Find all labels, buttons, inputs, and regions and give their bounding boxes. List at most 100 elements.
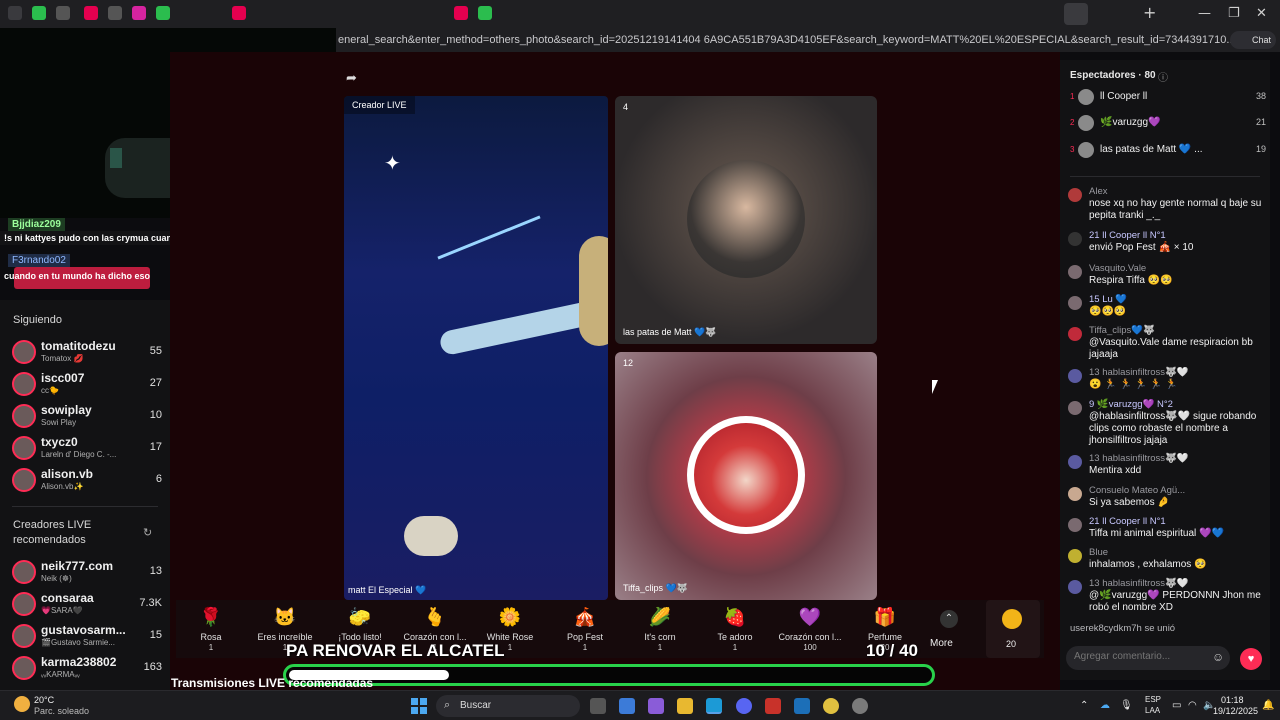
chat-username: Vasquito.Vale <box>1089 263 1147 274</box>
host-video[interactable]: Creador LIVE ✦ matt El Especial 💙 <box>344 96 608 600</box>
store-icon[interactable] <box>619 698 635 714</box>
browser-tab-bar: + — ❐ ✕ <box>0 0 1280 28</box>
webcam-object <box>110 148 122 168</box>
app-icon[interactable] <box>765 698 781 714</box>
refresh-icon[interactable]: ↻ <box>143 526 152 539</box>
recommended-item[interactable]: consaraa 💗SARA🖤 7.3K <box>12 590 162 620</box>
copilot-icon[interactable] <box>648 698 664 714</box>
overlay-username: F3rnando02 <box>8 254 70 267</box>
chat-text: 🥺🥺🥺 <box>1089 306 1127 317</box>
app-icon[interactable] <box>823 698 839 714</box>
gift-name: Pop Fest <box>566 632 604 642</box>
following-item[interactable]: sowiplay Sowi Play 10 <box>12 402 162 432</box>
close-icon[interactable]: ✕ <box>1256 6 1267 21</box>
gift-icon: 🎪 <box>573 607 597 627</box>
display-icon[interactable]: ▭ <box>1172 700 1181 711</box>
gift-item[interactable]: 🌽 It's corn 1 <box>627 606 693 652</box>
recommended-name: gustavosarm... <box>41 623 126 637</box>
tab-favicon[interactable] <box>478 6 492 20</box>
info-icon[interactable]: ⓘ <box>1158 69 1168 84</box>
discord-icon[interactable] <box>736 698 752 714</box>
following-item[interactable]: iscc007 cc🐤 27 <box>12 370 162 400</box>
settings-icon[interactable] <box>852 698 868 714</box>
edge-browser-icon[interactable] <box>706 698 722 714</box>
like-heart-icon[interactable]: ♥ <box>1240 648 1262 670</box>
windows-start-icon[interactable] <box>411 698 427 714</box>
guest-tile[interactable]: 12 Tiffa_clips 💙🐺 <box>615 352 877 600</box>
microphone-icon[interactable]: 🎙 <box>1120 700 1133 711</box>
following-item[interactable]: txycz0 Lareln d' Diego C. -... 17 <box>12 434 162 464</box>
tab-favicon[interactable] <box>156 6 170 20</box>
following-name: iscc007 <box>41 371 85 385</box>
gift-item[interactable]: 🌹 Rosa 1 <box>178 606 244 652</box>
chevron-up-icon[interactable]: ⌃ <box>1080 700 1088 711</box>
recommended-lives-heading: Transmisiones LIVE recomendadas <box>171 676 374 690</box>
emoji-icon[interactable]: ☺ <box>1212 650 1224 664</box>
tab-favicon[interactable] <box>454 6 468 20</box>
weather-temp: 20°C <box>34 695 55 705</box>
astronaut-graphic <box>404 516 458 556</box>
new-tab-icon[interactable]: + <box>1143 3 1156 22</box>
gift-icon: 🐱 <box>273 607 297 627</box>
notification-bell-icon[interactable]: 🔔 <box>1262 700 1274 711</box>
language-code[interactable]: ESP <box>1145 695 1161 704</box>
ranking-row[interactable]: 1 ll Cooper ll 38 <box>1070 87 1266 109</box>
rank-number: 2 <box>1070 118 1075 127</box>
recommended-item[interactable]: gustavosarm... 🎬Gustavo Sarmie... 15 <box>12 622 162 652</box>
following-item[interactable]: alison.vb Alison.vb✨ 6 <box>12 466 162 496</box>
gift-item[interactable]: 🎪 Pop Fest 1 <box>552 606 618 652</box>
wifi-icon[interactable]: ◠ <box>1188 700 1197 711</box>
avatar <box>1068 401 1082 415</box>
task-view-icon[interactable] <box>590 698 606 714</box>
viewer-count: 12 <box>623 358 634 368</box>
file-explorer-icon[interactable] <box>677 698 693 714</box>
chat-username: 13 hablasinfiltross🐺🤍 <box>1089 367 1189 378</box>
recommended-item[interactable]: karma238802 ᵥᵥKARMAᵥᵥ 163 <box>12 654 162 684</box>
comment-field[interactable] <box>1074 651 1204 662</box>
minimize-icon[interactable]: — <box>1198 6 1211 21</box>
coin-balance-button[interactable]: 20 <box>986 600 1040 658</box>
more-gifts-button[interactable]: More <box>930 638 953 649</box>
gift-price: 100 <box>803 643 817 652</box>
avatar <box>12 560 36 584</box>
address-bar[interactable]: eneral_search&enter_method=others_photo&… <box>336 28 1280 52</box>
recommended-item[interactable]: neik777.com Neik (☸) 13 <box>12 558 162 588</box>
chat-text: Tiffa mi animal espiritual 💜💙 <box>1089 528 1224 539</box>
share-icon[interactable]: ➦ <box>346 70 357 86</box>
chat-button[interactable]: Chat <box>1230 31 1276 49</box>
ranking-row[interactable]: 2 🌿varuzgg💜 21 <box>1070 113 1266 135</box>
avatar <box>1078 115 1094 131</box>
tab-favicon[interactable] <box>56 6 70 20</box>
chat-username: Tiffa_clips💙🐺 <box>1089 325 1155 336</box>
tab-favicon[interactable] <box>84 6 98 20</box>
gift-item[interactable]: 💜 Corazón con l... 100 <box>777 606 843 652</box>
tab-active[interactable] <box>1064 3 1088 25</box>
guest-avatar <box>687 416 805 534</box>
comment-input[interactable]: ☺ <box>1066 646 1230 670</box>
goal-banner-text: PA RENOVAR EL ALCATEL <box>286 641 505 660</box>
following-sub: Sowi Play <box>41 418 77 427</box>
tab-favicon[interactable] <box>32 6 46 20</box>
guest-tile[interactable]: 4 las patas de Matt 💙🐺 <box>615 96 877 344</box>
chevron-up-icon[interactable]: ⌃ <box>940 610 958 628</box>
tab-favicon[interactable] <box>108 6 122 20</box>
maximize-icon[interactable]: ❐ <box>1228 6 1240 21</box>
onedrive-icon[interactable]: ☁ <box>1100 700 1110 711</box>
gift-item[interactable]: 🍓 Te adoro 1 <box>702 606 768 652</box>
guest-avatar <box>687 160 805 278</box>
app-icon[interactable] <box>794 698 810 714</box>
rank-score: 21 <box>1255 117 1266 127</box>
chat-username: 21 ll Cooper ll N°1 <box>1089 516 1166 527</box>
following-item[interactable]: tomatitodezu Tomatox 💋 55 <box>12 338 162 368</box>
weather-icon[interactable] <box>14 696 30 712</box>
avatar <box>1078 142 1094 158</box>
planet-graphic <box>579 236 608 346</box>
ranking-row[interactable]: 3 las patas de Matt 💙 ... 19 <box>1070 140 1266 162</box>
tab-favicon[interactable] <box>232 6 246 20</box>
taskbar-search[interactable]: ⌕ Buscar <box>436 695 580 717</box>
chat-text: envió Pop Fest 🎪 × 10 <box>1089 242 1194 253</box>
tab-dropdown-icon[interactable] <box>8 6 22 20</box>
tab-favicon[interactable] <box>132 6 146 20</box>
chat-text: nose xq no hay gente normal q baje su pe… <box>1089 198 1262 221</box>
clock-time[interactable]: 01:18 <box>1221 695 1244 705</box>
